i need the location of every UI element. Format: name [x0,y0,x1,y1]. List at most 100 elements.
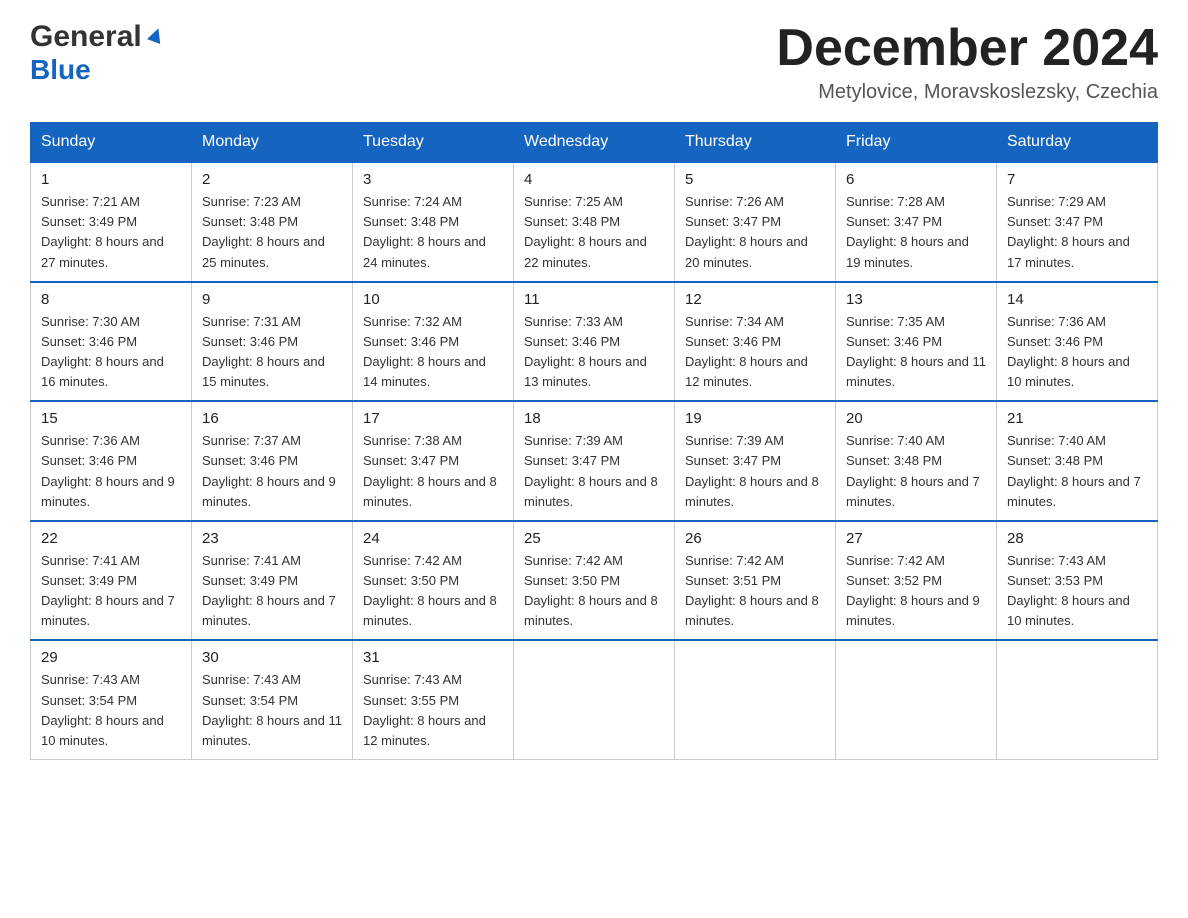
calendar-cell: 2 Sunrise: 7:23 AMSunset: 3:48 PMDaylight… [192,162,353,282]
day-info: Sunrise: 7:30 AMSunset: 3:46 PMDaylight:… [41,312,181,393]
logo: General Blue [30,20,167,84]
calendar-cell: 27 Sunrise: 7:42 AMSunset: 3:52 PMDayligh… [836,521,997,641]
calendar-cell: 14 Sunrise: 7:36 AMSunset: 3:46 PMDayligh… [997,282,1158,402]
day-number: 23 [202,530,342,547]
day-info: Sunrise: 7:35 AMSunset: 3:46 PMDaylight:… [846,312,986,393]
day-number: 3 [363,171,503,188]
week-row-3: 15Sunrise: 7:36 AMSunset: 3:46 PMDayligh… [31,401,1158,521]
weekday-header-tuesday: Tuesday [353,123,514,163]
calendar-cell: 15Sunrise: 7:36 AMSunset: 3:46 PMDayligh… [31,401,192,521]
calendar-cell: 23 Sunrise: 7:41 AMSunset: 3:49 PMDayligh… [192,521,353,641]
weekday-header-wednesday: Wednesday [514,123,675,163]
day-number: 14 [1007,291,1147,308]
logo-triangle-icon [145,24,167,46]
calendar-cell: 28 Sunrise: 7:43 AMSunset: 3:53 PMDayligh… [997,521,1158,641]
calendar-cell: 21 Sunrise: 7:40 AMSunset: 3:48 PMDayligh… [997,401,1158,521]
calendar-cell: 22 Sunrise: 7:41 AMSunset: 3:49 PMDayligh… [31,521,192,641]
day-number: 10 [363,291,503,308]
day-info: Sunrise: 7:34 AMSunset: 3:46 PMDaylight:… [685,312,825,393]
weekday-header-sunday: Sunday [31,123,192,163]
calendar-cell [675,640,836,759]
day-number: 1 [41,171,181,188]
calendar-cell: 29 Sunrise: 7:43 AMSunset: 3:54 PMDayligh… [31,640,192,759]
day-number: 18 [524,410,664,427]
day-info: Sunrise: 7:32 AMSunset: 3:46 PMDaylight:… [363,312,503,393]
calendar-cell: 18 Sunrise: 7:39 AMSunset: 3:47 PMDayligh… [514,401,675,521]
calendar-table: SundayMondayTuesdayWednesdayThursdayFrid… [30,122,1158,760]
day-number: 2 [202,171,342,188]
calendar-cell: 6 Sunrise: 7:28 AMSunset: 3:47 PMDaylight… [836,162,997,282]
calendar-cell: 20 Sunrise: 7:40 AMSunset: 3:48 PMDayligh… [836,401,997,521]
title-area: December 2024 Metylovice, Moravskoslezsk… [776,20,1158,104]
day-number: 8 [41,291,181,308]
day-number: 4 [524,171,664,188]
weekday-header-row: SundayMondayTuesdayWednesdayThursdayFrid… [31,123,1158,163]
day-info: Sunrise: 7:24 AMSunset: 3:48 PMDaylight:… [363,192,503,273]
week-row-5: 29 Sunrise: 7:43 AMSunset: 3:54 PMDayligh… [31,640,1158,759]
day-info: Sunrise: 7:39 AMSunset: 3:47 PMDaylight:… [524,431,664,512]
weekday-header-friday: Friday [836,123,997,163]
day-number: 27 [846,530,986,547]
calendar-cell: 9Sunrise: 7:31 AMSunset: 3:46 PMDaylight… [192,282,353,402]
day-info: Sunrise: 7:38 AMSunset: 3:47 PMDaylight:… [363,431,503,512]
calendar-cell: 25Sunrise: 7:42 AMSunset: 3:50 PMDayligh… [514,521,675,641]
day-number: 21 [1007,410,1147,427]
calendar-cell: 7Sunrise: 7:29 AMSunset: 3:47 PMDaylight… [997,162,1158,282]
calendar-cell [514,640,675,759]
logo-blue-text: Blue [30,56,91,84]
week-row-4: 22 Sunrise: 7:41 AMSunset: 3:49 PMDayligh… [31,521,1158,641]
day-number: 31 [363,649,503,666]
day-info: Sunrise: 7:23 AMSunset: 3:48 PMDaylight:… [202,192,342,273]
calendar-cell: 12 Sunrise: 7:34 AMSunset: 3:46 PMDayligh… [675,282,836,402]
day-number: 30 [202,649,342,666]
calendar-cell: 16 Sunrise: 7:37 AMSunset: 3:46 PMDayligh… [192,401,353,521]
day-number: 28 [1007,530,1147,547]
calendar-cell: 4 Sunrise: 7:25 AMSunset: 3:48 PMDaylight… [514,162,675,282]
calendar-cell: 26Sunrise: 7:42 AMSunset: 3:51 PMDayligh… [675,521,836,641]
day-info: Sunrise: 7:40 AMSunset: 3:48 PMDaylight:… [846,431,986,512]
day-info: Sunrise: 7:43 AMSunset: 3:53 PMDaylight:… [1007,551,1147,632]
day-number: 26 [685,530,825,547]
calendar-cell: 10 Sunrise: 7:32 AMSunset: 3:46 PMDayligh… [353,282,514,402]
day-info: Sunrise: 7:42 AMSunset: 3:50 PMDaylight:… [363,551,503,632]
week-row-1: 1Sunrise: 7:21 AMSunset: 3:49 PMDaylight… [31,162,1158,282]
calendar-cell: 30Sunrise: 7:43 AMSunset: 3:54 PMDayligh… [192,640,353,759]
day-info: Sunrise: 7:40 AMSunset: 3:48 PMDaylight:… [1007,431,1147,512]
day-info: Sunrise: 7:42 AMSunset: 3:52 PMDaylight:… [846,551,986,632]
day-number: 12 [685,291,825,308]
day-number: 16 [202,410,342,427]
page-header: General Blue December 2024 Metylovice, M… [30,20,1158,104]
day-info: Sunrise: 7:25 AMSunset: 3:48 PMDaylight:… [524,192,664,273]
calendar-cell: 8 Sunrise: 7:30 AMSunset: 3:46 PMDaylight… [31,282,192,402]
day-info: Sunrise: 7:33 AMSunset: 3:46 PMDaylight:… [524,312,664,393]
day-number: 24 [363,530,503,547]
day-info: Sunrise: 7:39 AMSunset: 3:47 PMDaylight:… [685,431,825,512]
day-number: 15 [41,410,181,427]
calendar-cell: 17Sunrise: 7:38 AMSunset: 3:47 PMDayligh… [353,401,514,521]
day-number: 25 [524,530,664,547]
day-number: 20 [846,410,986,427]
day-info: Sunrise: 7:28 AMSunset: 3:47 PMDaylight:… [846,192,986,273]
day-number: 11 [524,291,664,308]
calendar-cell: 1Sunrise: 7:21 AMSunset: 3:49 PMDaylight… [31,162,192,282]
day-number: 6 [846,171,986,188]
weekday-header-thursday: Thursday [675,123,836,163]
weekday-header-monday: Monday [192,123,353,163]
day-number: 22 [41,530,181,547]
calendar-cell: 3 Sunrise: 7:24 AMSunset: 3:48 PMDaylight… [353,162,514,282]
calendar-cell: 24 Sunrise: 7:42 AMSunset: 3:50 PMDayligh… [353,521,514,641]
day-info: Sunrise: 7:36 AMSunset: 3:46 PMDaylight:… [1007,312,1147,393]
day-number: 9 [202,291,342,308]
calendar-cell [997,640,1158,759]
day-number: 29 [41,649,181,666]
calendar-cell: 31 Sunrise: 7:43 AMSunset: 3:55 PMDayligh… [353,640,514,759]
calendar-cell: 13Sunrise: 7:35 AMSunset: 3:46 PMDayligh… [836,282,997,402]
day-info: Sunrise: 7:37 AMSunset: 3:46 PMDaylight:… [202,431,342,512]
day-info: Sunrise: 7:43 AMSunset: 3:55 PMDaylight:… [363,670,503,751]
day-number: 5 [685,171,825,188]
day-info: Sunrise: 7:43 AMSunset: 3:54 PMDaylight:… [41,670,181,751]
day-number: 7 [1007,171,1147,188]
day-info: Sunrise: 7:41 AMSunset: 3:49 PMDaylight:… [202,551,342,632]
calendar-cell [836,640,997,759]
day-info: Sunrise: 7:41 AMSunset: 3:49 PMDaylight:… [41,551,181,632]
